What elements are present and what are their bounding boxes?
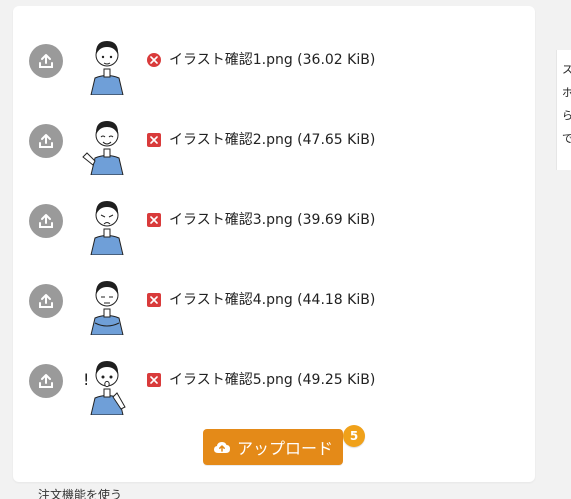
upload-panel: イラスト確認1.png (36.02 KiB) イラスト確認2.png (47.… xyxy=(13,6,535,482)
file-name: イラスト確認4.png (44.18 KiB) xyxy=(169,292,376,308)
upload-count-badge: 5 xyxy=(343,425,365,447)
upload-icon[interactable] xyxy=(29,44,63,78)
right-side-text: ス ホ ら で xyxy=(562,58,571,150)
thumbnail-image xyxy=(77,113,137,176)
upload-icon[interactable] xyxy=(29,364,63,398)
right-text-line: ら xyxy=(562,109,571,122)
cloud-upload-icon xyxy=(213,440,231,454)
file-row: イラスト確認2.png (47.65 KiB) xyxy=(13,113,535,176)
file-name: イラスト確認2.png (47.65 KiB) xyxy=(169,132,376,148)
remove-icon[interactable] xyxy=(147,53,161,67)
file-name: イラスト確認3.png (39.69 KiB) xyxy=(169,212,376,228)
thumbnail-image: ! xyxy=(77,353,137,416)
thumbnail-image xyxy=(77,273,137,336)
upload-button-label: アップロード xyxy=(236,439,333,458)
remove-icon[interactable] xyxy=(147,373,161,387)
thumbnail-image xyxy=(77,33,137,96)
bottom-partial-text: 注文機能を使う xyxy=(38,488,123,499)
right-text-line: で xyxy=(562,132,571,145)
remove-icon[interactable] xyxy=(147,213,161,227)
upload-icon[interactable] xyxy=(29,284,63,318)
file-row: イラスト確認1.png (36.02 KiB) xyxy=(13,33,535,96)
right-text-line: ス xyxy=(562,63,571,76)
file-row: ! イラスト確認5.png (49.25 KiB) xyxy=(13,353,535,416)
svg-text:!: ! xyxy=(83,370,89,389)
right-text-line: ホ xyxy=(562,86,571,99)
file-name: イラスト確認5.png (49.25 KiB) xyxy=(169,372,376,388)
upload-icon[interactable] xyxy=(29,204,63,238)
file-name: イラスト確認1.png (36.02 KiB) xyxy=(169,52,376,68)
file-row: イラスト確認3.png (39.69 KiB) xyxy=(13,193,535,256)
upload-button[interactable]: アップロード xyxy=(203,429,343,465)
remove-icon[interactable] xyxy=(147,293,161,307)
upload-icon[interactable] xyxy=(29,124,63,158)
file-row: イラスト確認4.png (44.18 KiB) xyxy=(13,273,535,336)
thumbnail-image xyxy=(77,193,137,256)
remove-icon[interactable] xyxy=(147,133,161,147)
